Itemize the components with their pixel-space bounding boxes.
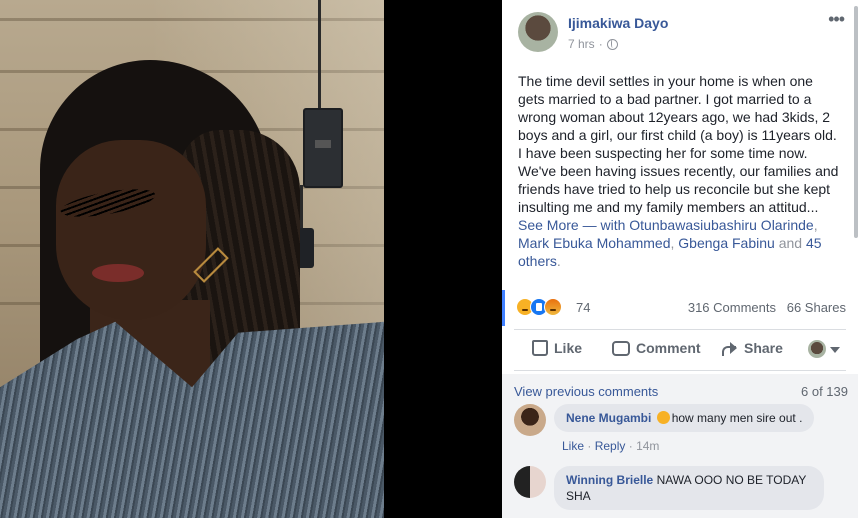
- reacting-as-avatar[interactable]: [808, 340, 826, 358]
- shares-count[interactable]: 66 Shares: [787, 300, 846, 315]
- comment-button[interactable]: Comment: [612, 340, 701, 356]
- comment-label: Comment: [636, 340, 701, 356]
- commenter-avatar[interactable]: [514, 404, 546, 436]
- globe-icon[interactable]: [606, 38, 618, 50]
- photo-viewer-gap: [384, 0, 502, 518]
- comment-bubble: Nene Mugambi how many men sire out .: [554, 404, 815, 432]
- with-prefix: — with: [582, 217, 626, 233]
- focus-accent-bar: [502, 290, 505, 326]
- share-label: Share: [744, 340, 783, 356]
- comments-progress-count: 6 of 139: [801, 384, 848, 399]
- view-previous-comments-link[interactable]: View previous comments: [514, 384, 658, 399]
- scrollbar[interactable]: [854, 6, 858, 238]
- reaction-count[interactable]: 74: [576, 300, 590, 315]
- see-more-link[interactable]: See More: [518, 217, 579, 233]
- author-name[interactable]: Ijimakiwa Dayo: [568, 15, 668, 31]
- post-timestamp[interactable]: 7 hrs: [568, 37, 595, 51]
- charger-cable: [318, 0, 321, 110]
- tagged-person-link[interactable]: Gbenga Fabinu: [678, 235, 775, 251]
- like-label: Like: [554, 340, 583, 356]
- rolling-eyes-emoji-icon: [656, 411, 670, 424]
- charger-led: [315, 140, 331, 148]
- comment-text: how many men sire out .: [671, 411, 803, 425]
- face: [56, 140, 206, 320]
- post-body: The time devil settles in your home is w…: [518, 73, 839, 269]
- divider: [514, 329, 846, 330]
- author-avatar[interactable]: [518, 12, 558, 52]
- commenter-name[interactable]: Winning Brielle: [566, 473, 653, 487]
- tagged-person-link[interactable]: Otunbawasiubashiru Olarinde: [629, 217, 813, 233]
- chevron-down-icon[interactable]: [830, 347, 840, 353]
- share-icon: [720, 341, 738, 356]
- commenter-name[interactable]: Nene Mugambi: [566, 411, 651, 425]
- period: .: [556, 253, 561, 269]
- comment-icon: [612, 340, 630, 356]
- and-word: and: [778, 235, 803, 251]
- tagged-person-link[interactable]: Mark Ebuka Mohammed: [518, 235, 671, 251]
- meta-separator: ·: [598, 37, 603, 51]
- thumbs-up-icon: [532, 340, 548, 356]
- share-button[interactable]: Share: [720, 340, 783, 356]
- more-options-icon[interactable]: •••: [828, 10, 845, 28]
- post-header: Ijimakiwa Dayo 7 hrs ·: [518, 12, 838, 56]
- comment-actions: Like · Reply · 14m: [562, 439, 660, 453]
- comment-reply-link[interactable]: Reply: [595, 439, 626, 453]
- post-body-text: The time devil settles in your home is w…: [518, 73, 839, 215]
- like-button[interactable]: Like: [532, 340, 582, 356]
- divider: [514, 370, 846, 371]
- battery-charger: [303, 108, 343, 188]
- post-photo[interactable]: [0, 0, 384, 518]
- comment-bubble: Winning Brielle NAWA OOO NO BE TODAY SHA: [554, 466, 824, 510]
- comment-like-link[interactable]: Like: [562, 439, 584, 453]
- commenter-avatar[interactable]: [514, 466, 546, 498]
- post-panel: Ijimakiwa Dayo 7 hrs · ••• The time devi…: [502, 0, 858, 518]
- action-bar: Like Comment Share: [502, 332, 858, 368]
- post-meta: 7 hrs ·: [568, 37, 618, 51]
- lips: [92, 264, 144, 282]
- reaction-icons[interactable]: [516, 298, 562, 316]
- comments-count[interactable]: 316 Comments: [688, 300, 776, 315]
- comment-time[interactable]: 14m: [636, 439, 659, 453]
- comments-section: View previous comments 6 of 139 Nene Mug…: [502, 374, 858, 518]
- reactions-summary: 74 316 Comments 66 Shares: [502, 290, 858, 326]
- angry-reaction-icon[interactable]: [544, 298, 562, 316]
